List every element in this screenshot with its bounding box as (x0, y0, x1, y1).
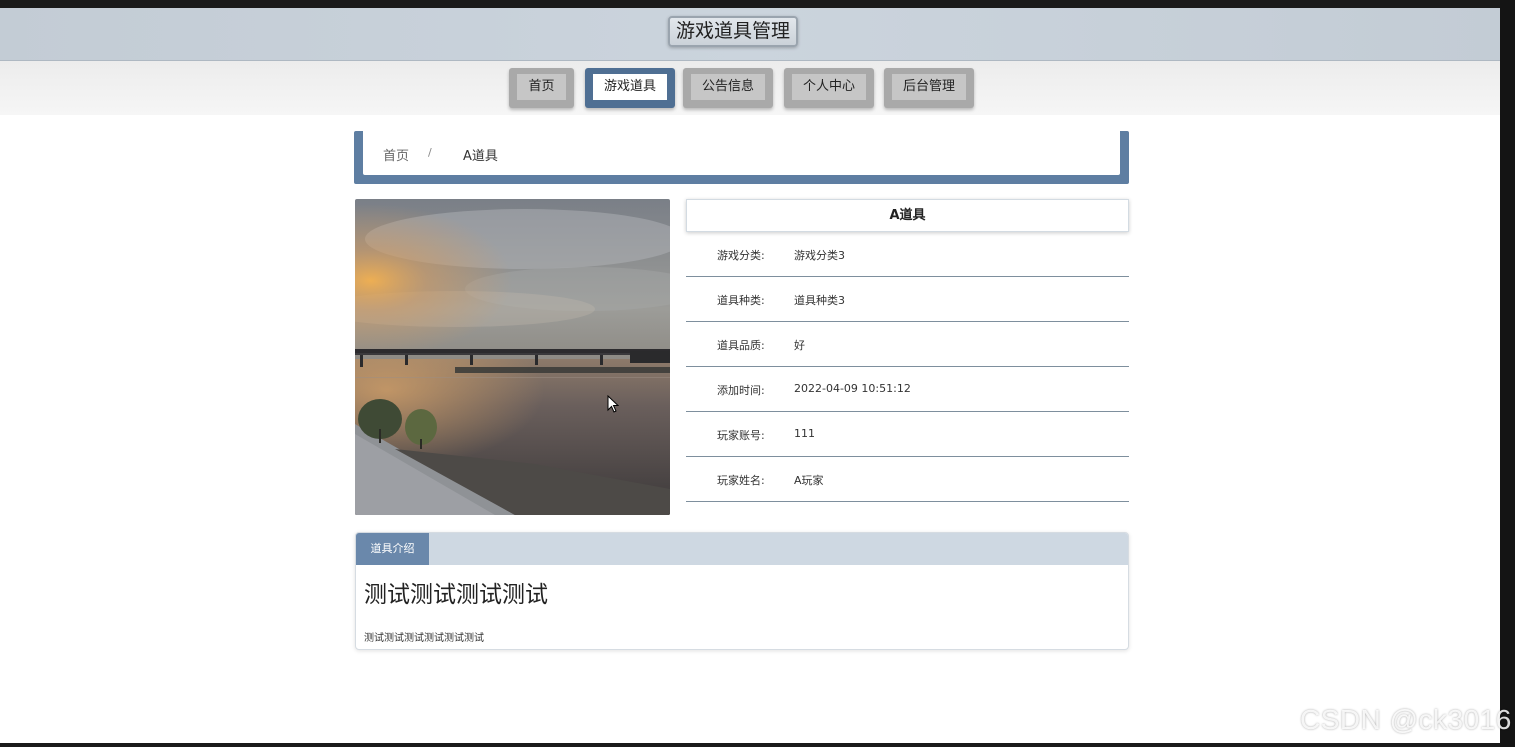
detail-label: 道具种类: (717, 294, 765, 307)
detail-value: 好 (794, 339, 805, 352)
nav-item-home[interactable]: 首页 (509, 68, 574, 108)
detail-value: 游戏分类3 (794, 249, 845, 262)
detail-row-game-category: 游戏分类: 游戏分类3 (686, 232, 1129, 277)
nav-item-label: 游戏道具 (593, 74, 667, 100)
detail-value: 111 (794, 427, 815, 440)
nav-item-label: 首页 (517, 74, 566, 100)
nav-item-label: 个人中心 (792, 74, 866, 100)
nav-item-announcements[interactable]: 公告信息 (683, 68, 773, 108)
site-header: 游戏道具管理 (0, 8, 1500, 61)
detail-value: A玩家 (794, 474, 824, 487)
breadcrumb-current: A道具 (463, 149, 498, 164)
intro-tab-bar: 道具介绍 (356, 533, 1128, 565)
detail-row-item-type: 道具种类: 道具种类3 (686, 277, 1129, 322)
detail-label: 添加时间: (717, 384, 765, 397)
nav-item-game-items[interactable]: 游戏道具 (585, 68, 675, 108)
item-image-landscape (355, 199, 670, 515)
window-edge (1500, 0, 1515, 747)
nav-item-admin[interactable]: 后台管理 (884, 68, 974, 108)
breadcrumb: 首页 / A道具 (354, 131, 1129, 184)
intro-body-text: 测试测试测试测试测试测试 (364, 633, 484, 644)
nav-item-label: 后台管理 (892, 74, 966, 100)
breadcrumb-home-link[interactable]: 首页 (383, 145, 409, 164)
csdn-watermark: CSDN @ck3016 (1300, 704, 1512, 735)
mouse-cursor-icon (607, 394, 620, 417)
detail-value: 道具种类3 (794, 294, 845, 307)
detail-label: 玩家姓名: (717, 474, 765, 487)
item-image (355, 199, 670, 515)
browser-viewport: 游戏道具管理 首页 游戏道具 公告信息 个人中心 后台管理 首页 / A道具 A… (0, 8, 1500, 743)
detail-row-player-account: 玩家账号: 111 (686, 412, 1129, 457)
tab-item-intro[interactable]: 道具介绍 (356, 533, 429, 565)
detail-label: 道具品质: (717, 339, 765, 352)
breadcrumb-separator: / (428, 146, 432, 159)
detail-label: 游戏分类: (717, 249, 765, 262)
nav-item-label: 公告信息 (691, 74, 765, 100)
site-title: 游戏道具管理 (668, 16, 798, 47)
item-intro-panel: 道具介绍 测试测试测试测试 测试测试测试测试测试测试 (355, 532, 1129, 650)
detail-value: 2022-04-09 10:51:12 (794, 382, 911, 395)
breadcrumb-inner: 首页 / A道具 (363, 131, 1120, 175)
main-nav: 首页 游戏道具 公告信息 个人中心 后台管理 (0, 61, 1500, 115)
intro-heading: 测试测试测试测试 (364, 582, 548, 608)
item-name-heading: A道具 (686, 199, 1129, 232)
nav-item-personal-center[interactable]: 个人中心 (784, 68, 874, 108)
detail-row-player-name: 玩家姓名: A玩家 (686, 457, 1129, 502)
detail-row-added-time: 添加时间: 2022-04-09 10:51:12 (686, 367, 1129, 412)
detail-row-item-quality: 道具品质: 好 (686, 322, 1129, 367)
detail-label: 玩家账号: (717, 429, 765, 442)
